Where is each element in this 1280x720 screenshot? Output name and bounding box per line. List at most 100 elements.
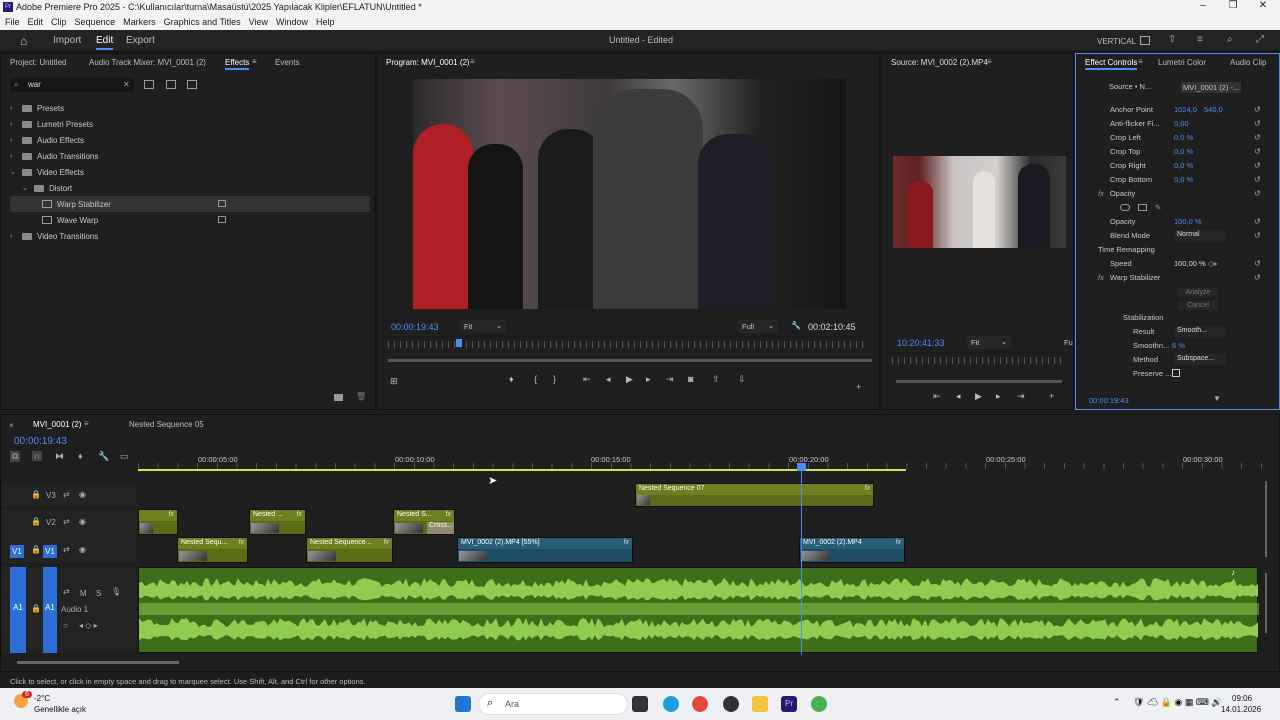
program-quality-dropdown[interactable]: Full ⌄ bbox=[738, 320, 778, 333]
collapse-icon[interactable]: ⌄ bbox=[10, 168, 18, 176]
extract-icon[interactable]: ⇩ bbox=[738, 374, 746, 385]
clear-search-icon[interactable]: ✕ bbox=[123, 80, 130, 89]
expand-icon[interactable]: › bbox=[10, 137, 18, 144]
clip-v2-1[interactable]: fx bbox=[138, 509, 178, 535]
audio-track-scrollbar[interactable] bbox=[1265, 573, 1267, 633]
tab-effect-controls[interactable]: Effect Controls bbox=[1085, 58, 1138, 70]
fullscreen-icon[interactable]: ⤢ bbox=[1256, 34, 1264, 45]
ec-row-anchor-point[interactable]: Anchor Point 1024,0 540,0 ↺ bbox=[1092, 102, 1272, 116]
plus-icon[interactable]: + bbox=[1049, 391, 1054, 401]
captions-icon[interactable]: ▭ bbox=[120, 451, 129, 462]
expand-icon[interactable]: › bbox=[10, 153, 18, 160]
program-playhead[interactable] bbox=[456, 339, 462, 347]
file-explorer-icon[interactable] bbox=[752, 696, 768, 712]
stabilization-group[interactable]: Stabilization bbox=[1123, 313, 1163, 322]
menu-graphics[interactable]: Graphics and Titles bbox=[164, 17, 241, 27]
eye-icon[interactable]: ◉ bbox=[79, 545, 86, 554]
track-target-v1[interactable]: V1 bbox=[43, 545, 57, 558]
tab-audio-clip[interactable]: Audio Clip bbox=[1230, 58, 1266, 67]
clip-mvi-0002[interactable]: MVI_0002 (2).MP4 fx bbox=[799, 537, 905, 563]
menu-window[interactable]: Window bbox=[276, 17, 308, 27]
video-track-scrollbar[interactable] bbox=[1265, 481, 1267, 557]
search-icon[interactable]: ⌕ bbox=[1227, 34, 1233, 45]
tree-item-audio-effects[interactable]: › Audio Effects bbox=[10, 132, 370, 148]
play-icon[interactable]: ▶ bbox=[626, 374, 633, 385]
source-timecode[interactable]: 10:20:41:33 bbox=[897, 338, 945, 348]
timeline-tab-main[interactable]: MVI_0001 (2) bbox=[33, 420, 81, 429]
reset-icon[interactable]: ↺ bbox=[1254, 217, 1264, 226]
reset-icon[interactable]: ↺ bbox=[1254, 161, 1264, 170]
tree-item-warp-stabilizer[interactable]: Warp Stabilizer bbox=[10, 196, 370, 212]
menu-clip[interactable]: Clip bbox=[51, 17, 67, 27]
expand-icon[interactable]: › bbox=[10, 233, 18, 240]
clip-v2-nested-2[interactable]: Nested ... fx bbox=[249, 509, 306, 535]
timeline-tab-nested[interactable]: Nested Sequence 05 bbox=[129, 420, 204, 429]
edge-icon[interactable] bbox=[663, 696, 679, 712]
tree-item-video-effects[interactable]: ⌄ Video Effects bbox=[10, 164, 370, 180]
clip-nested-sequence-07[interactable]: Nested Sequence 07 fx bbox=[635, 483, 874, 507]
timeline-settings-icon[interactable]: 🔧 bbox=[98, 451, 109, 462]
source-monitor-tab[interactable]: Source: MVI_0002 (2).MP4 bbox=[891, 58, 988, 67]
new-bin-icon[interactable] bbox=[334, 394, 343, 401]
tree-item-distort[interactable]: ⌄ Distort bbox=[10, 180, 370, 196]
plus-icon[interactable]: + bbox=[856, 382, 861, 392]
mark-in-icon[interactable]: { bbox=[534, 374, 537, 384]
yuv-effects-icon[interactable] bbox=[187, 80, 197, 89]
clip-v1-nested-1[interactable]: Nested Sequ... fx bbox=[177, 537, 248, 563]
go-to-out-icon[interactable]: ⇥ bbox=[1017, 391, 1025, 402]
keyframe-nav-icon[interactable]: ◂ ◇ ▸ bbox=[79, 621, 98, 630]
export-tab[interactable]: Export bbox=[126, 35, 155, 46]
delete-icon[interactable]: 🗑 bbox=[356, 392, 366, 401]
work-area-bar[interactable] bbox=[138, 469, 906, 471]
tree-item-lumetri-presets[interactable]: › Lumetri Presets bbox=[10, 116, 370, 132]
ec-row-blend-mode[interactable]: Blend Mode Normal ↺ bbox=[1092, 228, 1272, 242]
tree-item-wave-warp[interactable]: Wave Warp bbox=[10, 212, 370, 228]
play-icon[interactable]: ▶ bbox=[975, 391, 982, 402]
reset-icon[interactable]: ↺ bbox=[1254, 175, 1264, 184]
ec-value[interactable]: 0,0 % bbox=[1174, 133, 1193, 142]
ec-footer-timecode[interactable]: 00:00:19:43 bbox=[1089, 396, 1129, 405]
tree-item-audio-transitions[interactable]: › Audio Transitions bbox=[10, 148, 370, 164]
reset-icon[interactable]: ↺ bbox=[1254, 119, 1264, 128]
audio-clip[interactable]: ♪ bbox=[138, 567, 1259, 653]
reset-icon[interactable]: ↺ bbox=[1254, 231, 1264, 240]
tab-events[interactable]: Events bbox=[275, 58, 299, 67]
ec-value[interactable]: 100,00 % bbox=[1174, 259, 1206, 268]
clip-mvi-0002-55[interactable]: MVI_0002 (2).MP4 [55%] fx bbox=[457, 537, 633, 563]
ec-value[interactable]: 0,0 % bbox=[1174, 175, 1193, 184]
blend-mode-dropdown[interactable]: Normal bbox=[1174, 229, 1226, 241]
source-zoom-scrollbar[interactable] bbox=[896, 380, 1062, 383]
source-clip-selector[interactable]: Source • N... bbox=[1109, 82, 1151, 91]
ec-row-anti-flicker[interactable]: Anti-flicker Fi... 0,00 ↺ bbox=[1092, 116, 1272, 130]
tab-menu-icon[interactable]: ≡ bbox=[1138, 57, 1143, 66]
ec-row-warp-stabilizer[interactable]: fx Warp Stabilizer ↺ bbox=[1092, 270, 1272, 284]
settings-icon[interactable]: ⊞ bbox=[390, 376, 398, 387]
minimize-button[interactable]: – bbox=[1188, 0, 1218, 14]
cross-dissolve-transition[interactable]: Cross... bbox=[427, 522, 454, 534]
program-timecode[interactable]: 00:00:19:43 bbox=[391, 322, 439, 332]
share-icon[interactable]: ⇧ bbox=[1168, 34, 1176, 45]
source-fit-dropdown[interactable]: Fit ⌄ bbox=[967, 336, 1011, 349]
menu-view[interactable]: View bbox=[249, 17, 268, 27]
reset-icon[interactable]: ↺ bbox=[1254, 259, 1264, 268]
ec-value2[interactable]: 540,0 bbox=[1204, 105, 1223, 114]
keyframe-icon[interactable]: ◇▸ bbox=[1208, 259, 1218, 268]
home-icon[interactable]: ⌂ bbox=[20, 34, 27, 48]
import-tab[interactable]: Import bbox=[53, 35, 81, 46]
reset-icon[interactable]: ↺ bbox=[1254, 105, 1264, 114]
sequence-clip-selector[interactable]: MVI_0001 (2) -... bbox=[1181, 82, 1242, 93]
start-menu-icon[interactable] bbox=[455, 696, 471, 712]
source-time-ruler[interactable] bbox=[892, 357, 1062, 364]
ec-row-opacity[interactable]: Opacity 100,0 % ↺ bbox=[1092, 214, 1272, 228]
source-patch-a1[interactable]: A1 bbox=[10, 567, 26, 653]
tray-icons[interactable]: 🛡 ☁ 🔒 ◉ ▦ ⌨ 🔊 bbox=[1133, 697, 1223, 708]
reset-icon[interactable]: ↺ bbox=[1254, 273, 1264, 282]
ec-row-crop-right[interactable]: Crop Right 0,0 % ↺ bbox=[1092, 158, 1272, 172]
ec-value[interactable]: 0,00 bbox=[1174, 119, 1189, 128]
source-patch-v1[interactable]: V1 bbox=[10, 545, 24, 558]
close-sequence-icon[interactable]: × bbox=[9, 421, 14, 430]
reset-icon[interactable]: ↺ bbox=[1254, 189, 1264, 198]
step-back-icon[interactable]: ◂ bbox=[606, 374, 611, 385]
reset-icon[interactable]: ↺ bbox=[1254, 133, 1264, 142]
ec-value[interactable]: 1024,0 bbox=[1174, 105, 1197, 114]
